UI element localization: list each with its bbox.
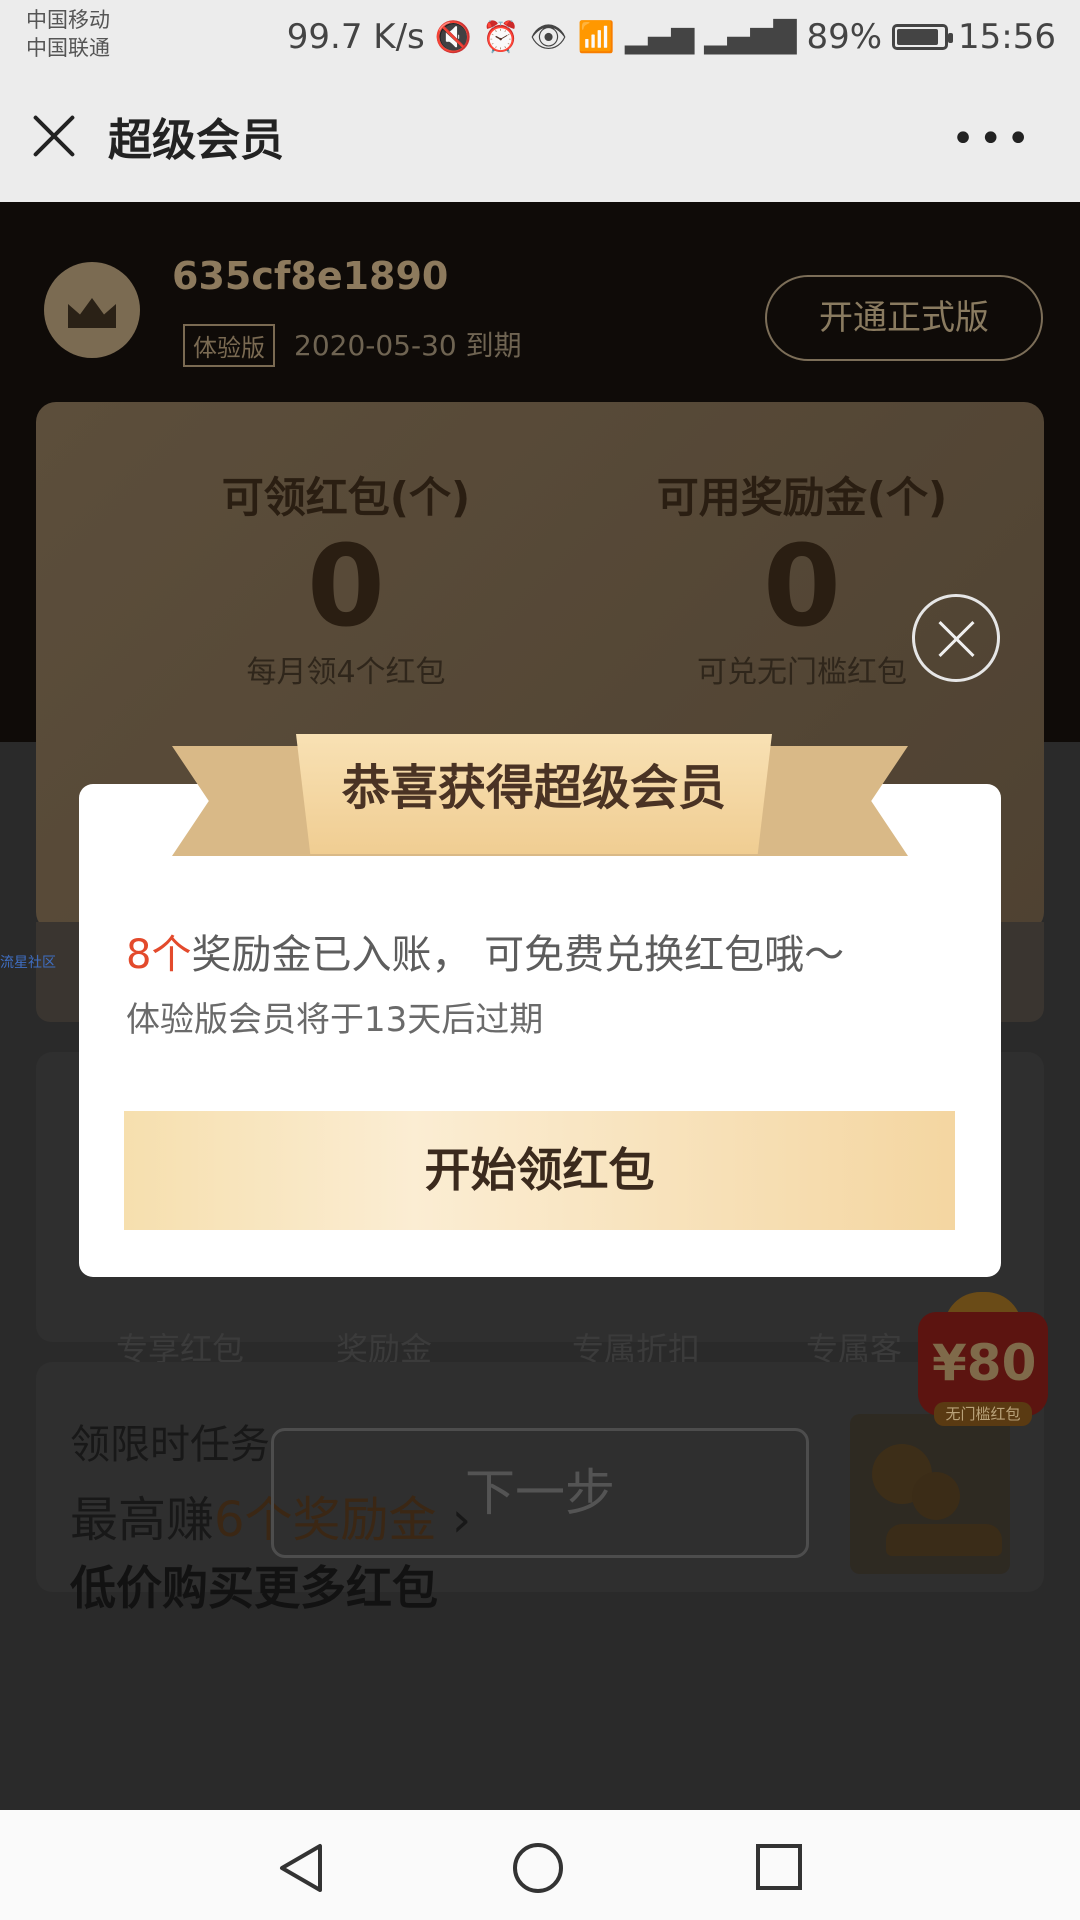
clock: 15:56 [958,17,1056,57]
signal-2g-icon: ▂▄▆ [624,19,695,55]
page-title: 超级会员 [108,115,284,166]
red-packet-float-icon[interactable]: ¥80 无门槛红包 [908,1272,1058,1426]
red-packet-sub: 每月领4个红包 [246,655,446,690]
bonus-label: 可用奖励金(个) [656,473,948,522]
start-claim-button[interactable]: 开始领红包 [124,1111,955,1230]
system-nav-bar [0,1810,1080,1920]
battery-fill [897,29,939,45]
nav-back-icon[interactable] [276,1842,326,1898]
modal-close-icon[interactable] [912,594,1000,682]
status-right: 99.7 K/s 🔇 ⏰ 👁 📶 ▂▄▆ ▂▄▆█ 89% 15:56 [287,12,1056,62]
eye-icon: 👁 [529,19,568,55]
open-full-version-button[interactable]: 开通正式版 [765,275,1043,361]
more-options-icon[interactable]: ••• [951,116,1034,162]
ribbon-title: 恭喜获得超级会员 [296,734,772,854]
wifi-icon: 📶 [577,19,615,55]
mute-icon: 🔇 [434,19,473,55]
trial-badge: 体验版 [183,324,275,367]
signal-4g-icon: ▂▄▆█ [704,19,797,55]
close-icon[interactable] [30,112,78,160]
modal-message: 8个奖励金已入账， 可免费兑换红包哦～ [126,922,844,980]
next-step-button[interactable]: 下一步 [271,1428,809,1558]
avatar [44,262,140,358]
carrier-2: 中国联通 [26,36,110,60]
modal-highlight: 8个 [126,932,192,978]
alarm-icon: ⏰ [482,19,520,55]
red-packet-label: 可领红包(个) [221,473,471,522]
nav-home-icon[interactable] [510,1840,566,1896]
red-packet-stat: 可领红包(个) 0 每月领4个红包 [136,464,556,691]
section-title: 低价购买更多红包 [70,1561,438,1615]
carrier-1: 中国移动 [26,8,110,32]
side-tag: 流星社区 [0,955,56,971]
red-packet-count: 0 [307,522,385,652]
battery-percent: 89% [806,17,883,57]
title-bar: 超级会员 ••• [0,76,1080,202]
task-reward-prefix: 最高赚 [70,1492,215,1548]
red-packet-amount: ¥80 [932,1334,1037,1392]
status-bar: 中国移动 中国联通 99.7 K/s 🔇 ⏰ 👁 📶 ▂▄▆ ▂▄▆█ 89% … [0,0,1080,76]
carrier-labels: 中国移动 中国联通 [26,6,110,62]
red-packet-tag: 无门槛红包 [934,1402,1032,1426]
task-title: 领限时任务 [70,1422,270,1468]
expiry-date: 2020-05-30 到期 [294,329,522,362]
modal-note: 体验版会员将于13天后过期 [126,1000,544,1040]
network-speed: 99.7 K/s [286,17,425,57]
coins-hand-icon [850,1414,1010,1574]
battery-icon [892,24,954,50]
crown-icon [68,298,116,328]
username: 635cf8e1890 [172,254,449,298]
nav-recent-apps-icon[interactable] [754,1842,804,1892]
modal-message-text: 奖励金已入账， 可免费兑换红包哦～ [191,932,845,978]
